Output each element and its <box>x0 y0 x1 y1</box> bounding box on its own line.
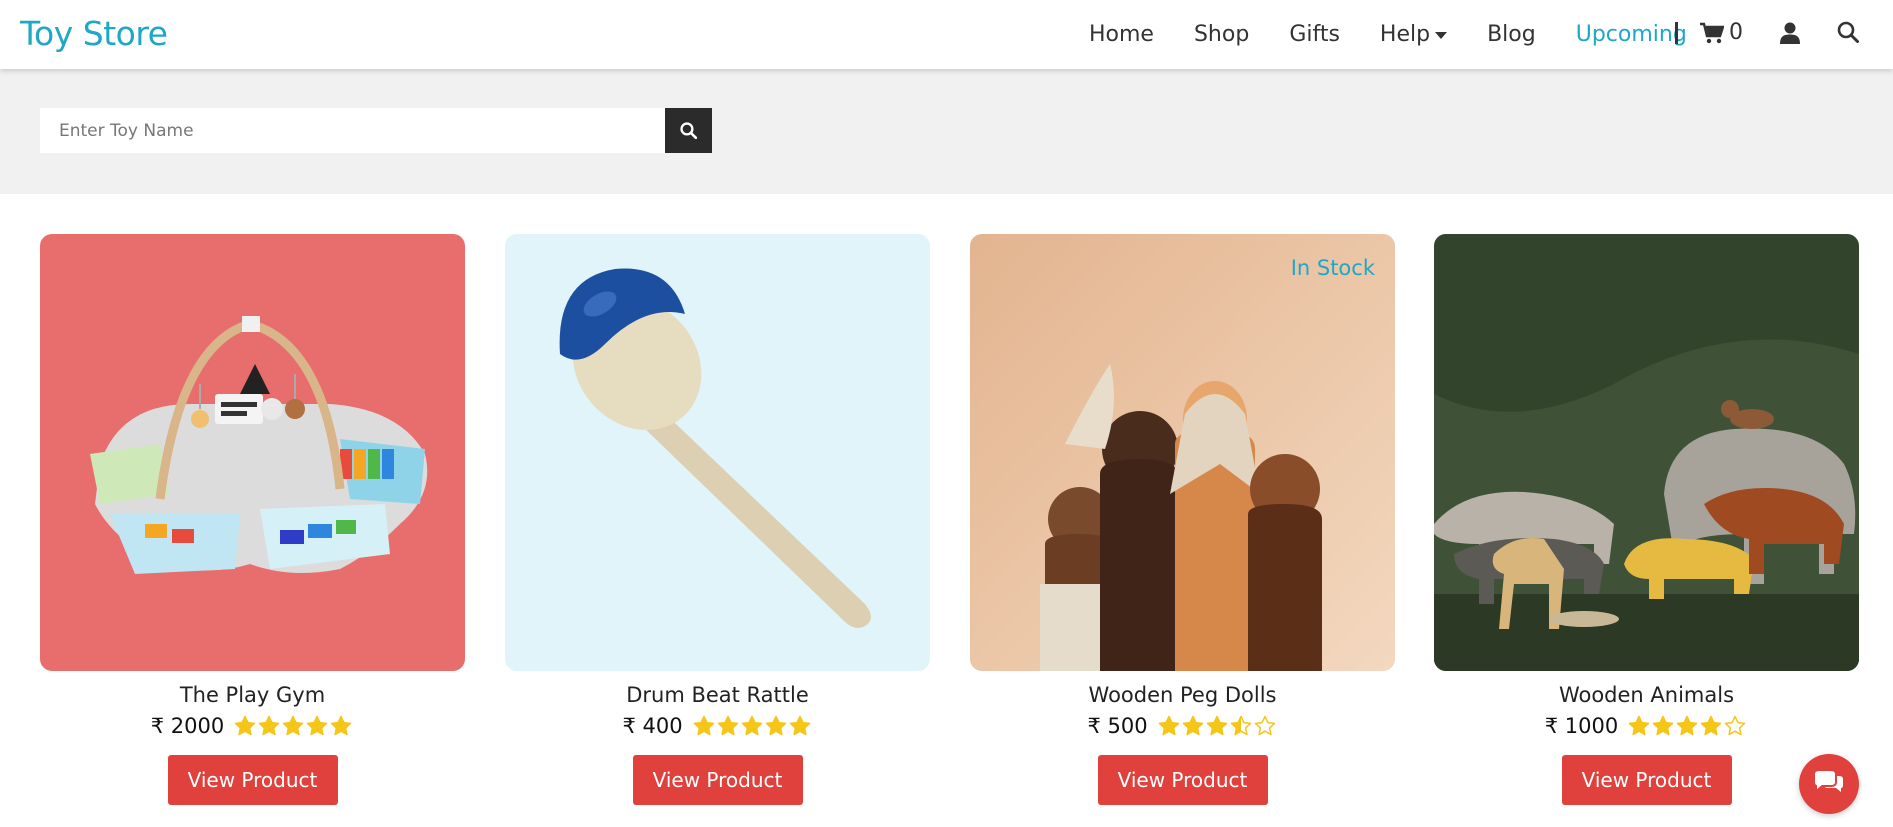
nav-help-dropdown[interactable]: Help <box>1379 22 1448 47</box>
star-full-icon <box>1700 715 1722 736</box>
star-half-icon <box>1230 715 1251 736</box>
price-rating-row: ₹ 400 <box>505 714 930 738</box>
star-full-icon <box>234 715 256 736</box>
product-image-peg-dolls[interactable]: In Stock <box>970 234 1395 671</box>
star-full-icon <box>789 715 810 736</box>
star-full-icon <box>1628 715 1650 736</box>
chat-bubbles-icon <box>1815 771 1843 792</box>
chat-button[interactable] <box>1799 754 1859 814</box>
star-full-icon <box>717 715 738 736</box>
product-card: Wooden Animals ₹ 1000 View Product <box>1434 234 1859 805</box>
nav-divider <box>1675 22 1678 44</box>
product-image-rattle[interactable] <box>505 234 930 671</box>
view-product-button[interactable]: View Product <box>1561 755 1732 805</box>
nav-blog[interactable]: Blog <box>1487 22 1536 47</box>
star-empty-icon <box>1724 715 1746 736</box>
account-button[interactable] <box>1780 22 1800 48</box>
stock-badge: In Stock <box>1290 256 1375 280</box>
caret-down-icon <box>1435 31 1448 39</box>
product-price: ₹ 1000 <box>1544 714 1619 738</box>
product-name[interactable]: Drum Beat Rattle <box>505 683 930 707</box>
star-rating <box>693 715 813 737</box>
star-empty-icon <box>1254 715 1275 736</box>
star-full-icon <box>282 715 304 736</box>
price-rating-row: ₹ 1000 <box>1434 714 1859 738</box>
star-full-icon <box>1158 715 1179 736</box>
header-search-button[interactable] <box>1837 21 1859 47</box>
cart-count: 0 <box>1729 20 1743 45</box>
product-price: ₹ 400 <box>622 714 683 738</box>
star-full-icon <box>1652 715 1674 736</box>
star-full-icon <box>1206 715 1227 736</box>
search-section <box>0 69 1893 194</box>
product-card: Drum Beat Rattle ₹ 400 View Product <box>505 234 930 805</box>
product-name[interactable]: The Play Gym <box>40 683 465 707</box>
price-rating-row: ₹ 2000 <box>40 714 465 738</box>
star-full-icon <box>765 715 786 736</box>
view-product-button[interactable]: View Product <box>1097 755 1268 805</box>
product-price: ₹ 2000 <box>150 714 225 738</box>
nav-gifts[interactable]: Gifts <box>1289 22 1340 47</box>
product-image-wooden-animals[interactable] <box>1434 234 1859 671</box>
product-price: ₹ 500 <box>1087 714 1148 738</box>
nav-home[interactable]: Home <box>1089 22 1154 47</box>
star-full-icon <box>741 715 762 736</box>
star-rating <box>1628 715 1748 737</box>
product-name[interactable]: Wooden Peg Dolls <box>970 683 1395 707</box>
search-icon <box>1837 21 1859 43</box>
product-card: In Stock Wooden Peg Dolls ₹ 500 View Pro… <box>970 234 1395 805</box>
nav-upcoming[interactable]: Upcoming <box>1576 22 1687 47</box>
view-product-button[interactable]: View Product <box>632 755 803 805</box>
nav-shop[interactable]: Shop <box>1194 22 1249 47</box>
top-navbar: Toy Store Home Shop Gifts Help Blog Upco… <box>0 0 1893 69</box>
product-image-play-gym[interactable] <box>40 234 465 671</box>
toy-search-input[interactable] <box>40 108 665 153</box>
brand-logo[interactable]: Toy Store <box>20 14 168 53</box>
user-icon <box>1780 22 1800 44</box>
star-full-icon <box>330 715 352 736</box>
search-icon <box>680 122 697 139</box>
star-full-icon <box>1676 715 1698 736</box>
price-rating-row: ₹ 500 <box>970 714 1395 738</box>
search-submit-button[interactable] <box>665 108 712 153</box>
star-rating <box>234 715 354 737</box>
product-name[interactable]: Wooden Animals <box>1434 683 1859 707</box>
star-rating <box>1158 715 1278 737</box>
nav-help-label: Help <box>1379 22 1431 47</box>
star-full-icon <box>693 715 714 736</box>
product-card: The Play Gym ₹ 2000 View Product <box>40 234 465 805</box>
shopping-cart-icon <box>1700 22 1724 43</box>
star-full-icon <box>1182 715 1203 736</box>
nav-links: Home Shop Gifts Help Blog Upcoming <box>1089 0 1727 69</box>
star-full-icon <box>306 715 328 736</box>
cart-button[interactable]: 0 <box>1700 20 1743 45</box>
star-full-icon <box>258 715 280 736</box>
view-product-button[interactable]: View Product <box>167 755 338 805</box>
